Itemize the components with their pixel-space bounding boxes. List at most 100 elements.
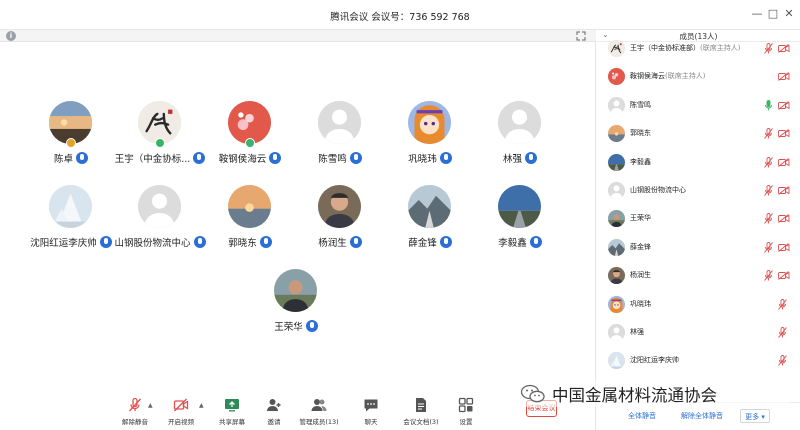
start-video-button[interactable]: 开启视频 [158,397,204,429]
participant-name-text: 李毅鑫 [498,238,527,249]
camera-off-icon[interactable] [778,100,790,110]
more-button[interactable]: 更多 ▾ [740,409,770,423]
member-avatar [608,324,625,341]
member-avatar [608,352,625,370]
maximize-icon[interactable]: □ [766,7,780,21]
member-name: 沈阳红运李庆帅 [630,355,679,365]
member-name-text: 沈阳红运李庆帅 [630,356,679,365]
member-avatar [608,68,625,86]
manage-members-button[interactable]: 管理成员(13) [296,397,342,429]
watermark-text: 中国金属材料流通协会 [552,386,717,405]
mic-muted-icon[interactable] [764,156,773,168]
members-icon [311,399,327,411]
mic-on-icon [76,152,88,164]
camera-off-icon[interactable] [778,72,790,82]
camera-off-icon[interactable] [778,271,790,281]
member-row[interactable]: 李毅鑫 [597,148,800,177]
participant-tile[interactable]: 王荣华 [241,269,351,349]
video-options-caret-icon[interactable]: ▲ [199,402,204,409]
member-name-text: 郭晓东 [630,129,651,138]
minimize-icon[interactable]: — [750,7,764,21]
document-icon [416,398,426,412]
member-name: 陈雪鸣 [630,100,651,110]
participant-tile[interactable]: 李毅鑫 [465,185,575,265]
meeting-info-strip: i [0,30,596,42]
member-row[interactable]: 巩晓玮 [597,290,800,319]
host-badge-icon [155,138,165,148]
member-role: (联席主持人) [665,72,706,81]
member-row[interactable]: 陈雪鸣 [597,91,800,120]
mic-on-icon [439,236,452,248]
host-badge-icon [245,138,255,148]
participant-avatar [408,185,451,228]
mute-all-button[interactable]: 全体静音 [623,409,661,423]
share-screen-button[interactable]: 共享屏幕 [209,397,255,429]
camera-off-icon[interactable] [778,157,790,167]
camera-off-icon[interactable] [778,44,790,53]
mic-on-icon [525,152,537,164]
member-row[interactable]: 林强 [597,318,800,347]
member-name-text: 山钢股份物流中心 [630,186,686,194]
member-avatar [608,153,625,171]
member-name: 王宇（中金协标准部）(联席主持人) [630,43,740,53]
member-name-text: 鞍钢侯海云 [630,72,665,81]
more-label: 更多 [745,413,760,421]
member-avatar [608,238,625,256]
member-name-text: 林强 [630,328,644,336]
participant-name-text: 杨润生 [318,238,347,249]
camera-off-icon[interactable] [778,214,790,224]
member-row[interactable]: 山钢股份物流中心 [597,176,800,205]
invite-button[interactable]: 邀请 [251,397,297,429]
fullscreen-icon[interactable] [575,30,587,42]
info-icon[interactable]: i [6,31,16,41]
mic-muted-icon[interactable] [778,298,787,310]
mic-muted-icon[interactable] [764,128,773,139]
member-row[interactable]: 杨润生 [597,261,800,290]
participant-name-text: 沈阳红运李庆帅 [30,238,97,249]
participant-name-text: 林强 [502,154,522,165]
member-row[interactable]: 鞍钢侯海云(联席主持人) [597,62,800,91]
chat-button[interactable]: 聊天 [348,397,394,429]
member-row[interactable]: 薛金锋 [597,233,800,262]
member-name: 杨润生 [630,270,651,280]
participant-name: 王荣华 [241,319,351,333]
close-icon[interactable]: ✕ [782,7,796,21]
camera-off-icon[interactable] [778,129,790,139]
member-avatar [608,125,625,143]
participant-avatar [318,101,361,144]
mic-muted-icon[interactable] [778,327,787,338]
member-name-text: 杨润生 [630,271,651,280]
member-row[interactable]: 王宇（中金协标准部）(联席主持人) [597,34,800,63]
member-row[interactable]: 郭晓东 [597,119,800,148]
mic-active-icon[interactable] [764,99,773,111]
mic-muted-icon[interactable] [778,355,787,367]
mic-muted-icon[interactable] [764,185,773,196]
mic-muted-icon[interactable] [764,270,773,281]
mic-muted-icon[interactable] [764,213,773,225]
member-row[interactable]: 王荣华 [597,204,800,233]
mic-muted-icon[interactable] [764,241,773,253]
member-row[interactable]: 沈阳红运李庆帅 [597,346,800,375]
mic-muted-icon[interactable] [764,43,773,54]
screen-share-icon [225,399,239,412]
member-name-text: 薛金锋 [630,242,651,251]
member-avatar [608,295,625,313]
member-name: 林强 [630,327,644,337]
participant-name-text: 巩晓玮 [408,154,437,165]
start-video-label: 开启视频 [168,418,194,426]
meeting-docs-button[interactable]: 会议文档(3) [398,397,444,429]
settings-button[interactable]: 设置 [443,397,489,429]
audio-options-caret-icon[interactable]: ▲ [148,402,153,409]
participant-name: 林强 [465,151,575,165]
member-name: 鞍钢侯海云(联席主持人) [630,71,705,81]
participant-name-text: 山钢股份物流中心 [114,238,191,249]
meeting-window: 腾讯会议 会议号：736 592 768 — □ ✕ i 陈卓 王宇（中金协标..… [0,0,800,430]
participant-avatar [274,269,317,312]
settings-label: 设置 [459,418,473,426]
camera-off-icon[interactable] [778,242,790,252]
participant-name-text: 王宇（中金协标... [114,154,191,165]
unmute-all-button[interactable]: 解除全体静音 [676,409,728,423]
camera-off-icon[interactable] [778,186,790,195]
member-avatar [608,96,625,114]
participant-tile[interactable]: 林强 [465,101,575,181]
